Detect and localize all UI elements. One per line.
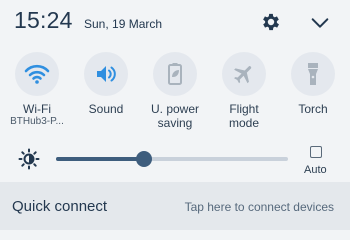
tile-power-saving-label: U. power saving: [140, 102, 210, 130]
tile-power-saving[interactable]: U. power saving: [140, 52, 210, 130]
tile-wifi-label: Wi-Fi: [23, 102, 51, 116]
quick-connect-hint: Tap here to connect devices: [184, 200, 334, 214]
power-saving-icon: [168, 63, 182, 85]
tile-flight-mode-label-line2: mode: [228, 116, 260, 130]
brightness-slider-fill: [56, 157, 145, 161]
brightness-slider-thumb[interactable]: [136, 151, 153, 167]
speaker-icon: [97, 66, 116, 82]
tile-flight-mode[interactable]: Flight mode: [209, 52, 279, 130]
tile-torch-button[interactable]: [291, 52, 335, 96]
tile-power-saving-label-line2: saving: [157, 116, 193, 130]
tile-flight-mode-label: Flight mode: [209, 102, 279, 130]
torch-icon: [308, 63, 318, 85]
status-time: 15:24: [14, 7, 73, 33]
chevron-down-icon[interactable]: [309, 12, 331, 34]
brightness-icon: [18, 148, 40, 170]
wifi-icon: [24, 64, 50, 84]
tile-wifi-network: BTHub3-P...: [10, 116, 64, 127]
tile-wifi[interactable]: Wi-Fi BTHub3-P...: [2, 52, 72, 128]
auto-brightness-label: Auto: [304, 164, 327, 176]
tile-flight-mode-button[interactable]: [222, 52, 266, 96]
tile-sound-label: Sound: [88, 102, 124, 116]
tile-torch-label: Torch: [298, 102, 328, 116]
brightness-slider[interactable]: [56, 151, 288, 167]
quick-connect-title: Quick connect: [12, 198, 108, 215]
auto-brightness-checkbox[interactable]: [310, 146, 322, 158]
tile-sound-button[interactable]: [84, 52, 128, 96]
gear-icon[interactable]: [260, 11, 282, 33]
quick-connect-bar[interactable]: Quick connect Tap here to connect device…: [0, 182, 350, 230]
tile-power-saving-button[interactable]: [153, 52, 197, 96]
status-date: Sun, 19 March: [84, 17, 163, 31]
tile-wifi-button[interactable]: [15, 52, 59, 96]
notification-panel: 15:24 Sun, 19 March Wi-Fi BTHub3-P... So…: [0, 0, 350, 230]
airplane-icon: [234, 66, 252, 84]
tile-sound[interactable]: Sound: [71, 52, 141, 116]
tile-power-saving-label-line1: U. power: [150, 102, 200, 116]
tile-torch[interactable]: Torch: [278, 52, 348, 116]
tile-flight-mode-label-line1: Flight: [229, 102, 259, 116]
